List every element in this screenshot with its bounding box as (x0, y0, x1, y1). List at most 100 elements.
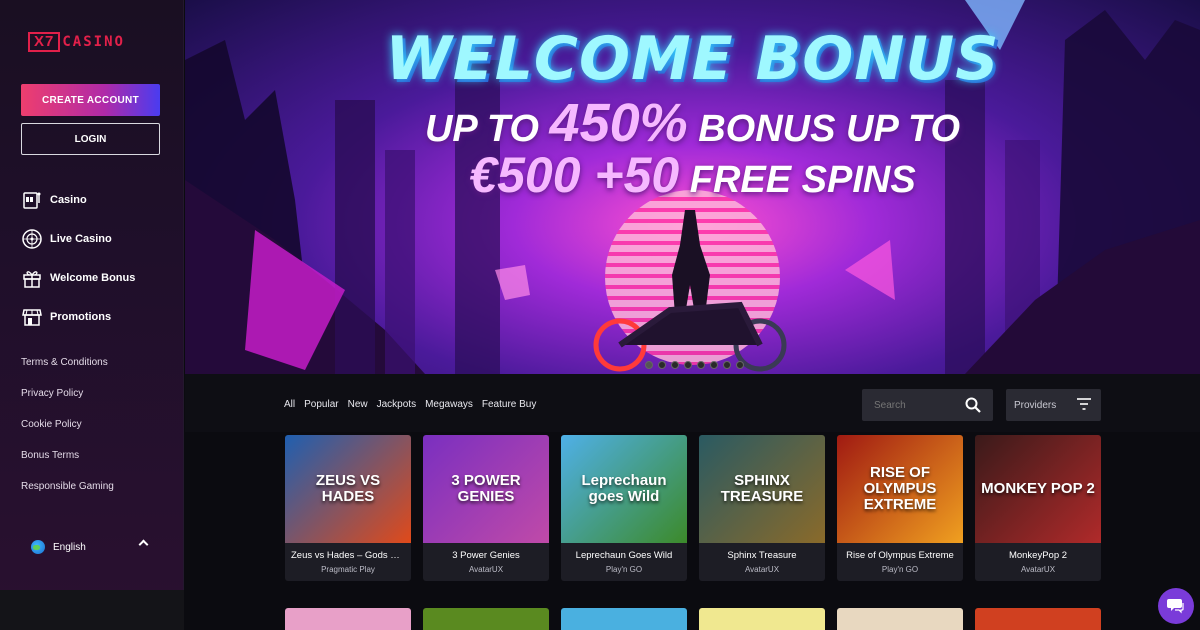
link-cookie-policy[interactable]: Cookie Policy (21, 409, 114, 440)
globe-icon (31, 540, 45, 554)
game-art-title: RISE OF OLYMPUS EXTREME (863, 464, 937, 513)
roulette-icon (21, 228, 43, 250)
game-thumbnail[interactable]: ZEUS VS HADES (285, 435, 411, 543)
providers-label: Providers (1014, 399, 1057, 411)
game-thumbnail[interactable]: SPHINX TREASURE (699, 435, 825, 543)
game-meta: Zeus vs Hades – Gods of ... Pragmatic Pla… (285, 543, 411, 581)
game-tile[interactable]: RISE OF OLYMPUS EXTREME Rise of Olympus E… (837, 435, 963, 581)
filter-megaways[interactable]: Megaways (425, 399, 473, 410)
language-selector[interactable]: English (31, 538, 151, 556)
game-provider: AvatarUX (468, 565, 504, 574)
game-meta: Leprechaun Goes Wild Play'n GO (561, 543, 687, 581)
game-art-title: 3 POWER GENIES (451, 472, 521, 505)
game-tile[interactable] (285, 608, 411, 630)
game-tile[interactable] (423, 608, 549, 630)
link-privacy-policy[interactable]: Privacy Policy (21, 378, 114, 409)
carousel-dot[interactable] (645, 361, 653, 369)
sidebar-nav: Casino Live Casino Welcome Bonus Promoti… (21, 180, 171, 336)
game-meta: Rise of Olympus Extreme Play'n GO (837, 543, 963, 581)
banner-headline: WELCOME BONUS (385, 24, 1000, 94)
carousel-dot[interactable] (710, 361, 718, 369)
game-thumbnail[interactable]: RISE OF OLYMPUS EXTREME (837, 435, 963, 543)
game-tile[interactable]: SPHINX TREASURE Sphinx Treasure AvatarUX (699, 435, 825, 581)
game-art-title: ZEUS VS HADES (315, 472, 381, 505)
game-provider: AvatarUX (744, 565, 780, 574)
banner-text: UP TO (424, 108, 539, 150)
banner-subline-1: UP TO 450% BONUS UP TO (185, 92, 1200, 154)
banner-text: BONUS UP TO (698, 108, 961, 150)
game-meta: Sphinx Treasure AvatarUX (699, 543, 825, 581)
create-account-button[interactable]: CREATE ACCOUNT (21, 84, 160, 116)
providers-dropdown[interactable]: Providers (1006, 389, 1101, 421)
game-tile[interactable] (975, 608, 1101, 630)
link-terms-conditions[interactable]: Terms & Conditions (21, 347, 114, 378)
game-art-title: MONKEY POP 2 (981, 480, 1095, 497)
game-thumbnail[interactable]: 3 POWER GENIES (423, 435, 549, 543)
casino-page: X7 CASINO CREATE ACCOUNT LOGIN Casino Li… (0, 0, 1200, 630)
bonus-percentage: 450% (549, 93, 688, 153)
filter-icon (1077, 398, 1091, 410)
game-provider: Play'n GO (881, 565, 919, 574)
store-icon (21, 306, 43, 328)
sidebar: X7 CASINO CREATE ACCOUNT LOGIN Casino Li… (0, 0, 184, 630)
game-thumbnail[interactable]: Leprechaun goes Wild (561, 435, 687, 543)
sidebar-footer (0, 590, 184, 630)
game-provider: Pragmatic Play (321, 565, 375, 574)
banner-subline-2: €500 +50 FREE SPINS (185, 146, 1200, 204)
search-input[interactable] (874, 399, 954, 411)
game-tile[interactable]: 3 POWER GENIES 3 Power Genies AvatarUX (423, 435, 549, 581)
carousel-dot[interactable] (684, 361, 692, 369)
game-tile[interactable]: Leprechaun goes Wild Leprechaun Goes Wild… (561, 435, 687, 581)
chat-icon (1167, 599, 1184, 614)
link-bonus-terms[interactable]: Bonus Terms (21, 440, 114, 471)
filter-all[interactable]: All (284, 399, 295, 410)
carousel-dots (645, 361, 744, 369)
link-responsible-gaming[interactable]: Responsible Gaming (21, 471, 114, 502)
login-button[interactable]: LOGIN (21, 123, 160, 155)
sidebar-item-promotions[interactable]: Promotions (21, 297, 171, 336)
game-meta: 3 Power Genies AvatarUX (423, 543, 549, 581)
game-provider: Play'n GO (605, 565, 643, 574)
search-icon[interactable] (965, 397, 981, 413)
carousel-dot[interactable] (658, 361, 666, 369)
language-label: English (53, 541, 86, 553)
footer-links: Terms & Conditions Privacy Policy Cookie… (21, 347, 114, 502)
welcome-bonus-banner[interactable]: WELCOME BONUS UP TO 450% BONUS UP TO €50… (185, 0, 1200, 374)
live-chat-button[interactable] (1158, 588, 1194, 624)
logo-text: CASINO (62, 34, 125, 50)
filter-new[interactable]: New (348, 399, 368, 410)
chevron-up-icon (138, 539, 149, 550)
game-name: Zeus vs Hades – Gods of ... (291, 550, 409, 561)
sidebar-item-label: Casino (50, 193, 87, 206)
sidebar-item-label: Promotions (50, 310, 112, 323)
game-name: Sphinx Treasure (727, 550, 797, 561)
gift-icon (21, 267, 43, 289)
slot-machine-icon (21, 189, 43, 211)
carousel-dot[interactable] (736, 361, 744, 369)
game-tile[interactable] (561, 608, 687, 630)
bonus-amount: €500 +50 (469, 147, 680, 203)
carousel-dot[interactable] (723, 361, 731, 369)
casino-logo[interactable]: X7 CASINO (28, 31, 125, 53)
filter-feature-buy[interactable]: Feature Buy (482, 399, 536, 410)
filter-jackpots[interactable]: Jackpots (377, 399, 416, 410)
game-thumbnail[interactable]: MONKEY POP 2 (975, 435, 1101, 543)
sidebar-item-welcome-bonus[interactable]: Welcome Bonus (21, 258, 171, 297)
logo-mark: X7 (28, 32, 61, 52)
game-art-title: Leprechaun goes Wild (581, 472, 667, 505)
game-tile[interactable] (699, 608, 825, 630)
sidebar-item-casino[interactable]: Casino (21, 180, 171, 219)
filter-popular[interactable]: Popular (304, 399, 338, 410)
game-name: 3 Power Genies (452, 550, 520, 561)
carousel-dot[interactable] (671, 361, 679, 369)
rider-motorbike-art (593, 210, 787, 372)
banner-text: FREE SPINS (689, 159, 916, 201)
category-filters: All Popular New Jackpots Megaways Featur… (284, 399, 536, 410)
sidebar-item-label: Welcome Bonus (50, 271, 136, 284)
game-tile[interactable]: ZEUS VS HADES Zeus vs Hades – Gods of ...… (285, 435, 411, 581)
game-tile[interactable]: MONKEY POP 2 MonkeyPop 2 AvatarUX (975, 435, 1101, 581)
sidebar-item-live-casino[interactable]: Live Casino (21, 219, 171, 258)
carousel-dot[interactable] (697, 361, 705, 369)
search-box[interactable] (862, 389, 993, 421)
game-tile[interactable] (837, 608, 963, 630)
